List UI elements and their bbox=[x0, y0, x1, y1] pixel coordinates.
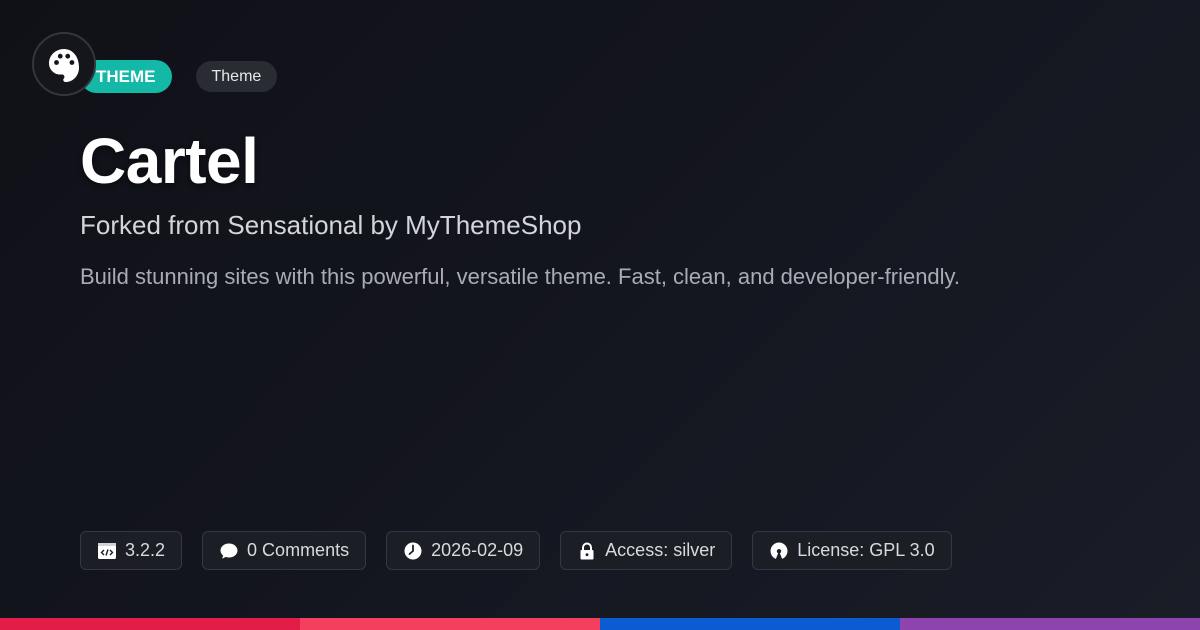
open-source-icon bbox=[769, 541, 789, 561]
date-label: 2026-02-09 bbox=[431, 540, 524, 560]
comment-icon bbox=[219, 541, 239, 561]
palette-icon bbox=[49, 49, 79, 82]
license-label: License: GPL 3.0 bbox=[797, 540, 935, 560]
page-subtitle: Forked from Sensational by MyThemeShop bbox=[80, 210, 582, 240]
comments-label: 0 Comments bbox=[247, 540, 350, 560]
badge-row: THEME Theme bbox=[80, 60, 278, 93]
color-bar-segment bbox=[300, 618, 600, 630]
color-bar-segment bbox=[0, 618, 300, 630]
access-label: Access: silver bbox=[605, 540, 716, 560]
comments-chip[interactable]: 0 Comments bbox=[202, 531, 367, 570]
color-bar-segment bbox=[900, 618, 1200, 630]
access-chip: Access: silver bbox=[560, 531, 733, 570]
page-description: Build stunning sites with this powerful,… bbox=[80, 264, 961, 289]
lock-icon bbox=[577, 541, 597, 561]
category-badge[interactable]: Theme bbox=[195, 61, 278, 92]
license-chip[interactable]: License: GPL 3.0 bbox=[752, 531, 952, 570]
version-chip: 3.2.2 bbox=[80, 531, 183, 570]
code-icon bbox=[97, 541, 117, 561]
date-chip: 2026-02-09 bbox=[386, 531, 541, 570]
color-bar-segment bbox=[600, 618, 900, 630]
clock-icon bbox=[403, 541, 423, 561]
page-title: Cartel bbox=[80, 125, 259, 197]
meta-row: 3.2.2 0 Comments 2026-02-09 Access: silv… bbox=[80, 531, 952, 570]
color-bar bbox=[0, 618, 1200, 630]
version-label: 3.2.2 bbox=[125, 540, 166, 560]
logo bbox=[32, 32, 96, 96]
